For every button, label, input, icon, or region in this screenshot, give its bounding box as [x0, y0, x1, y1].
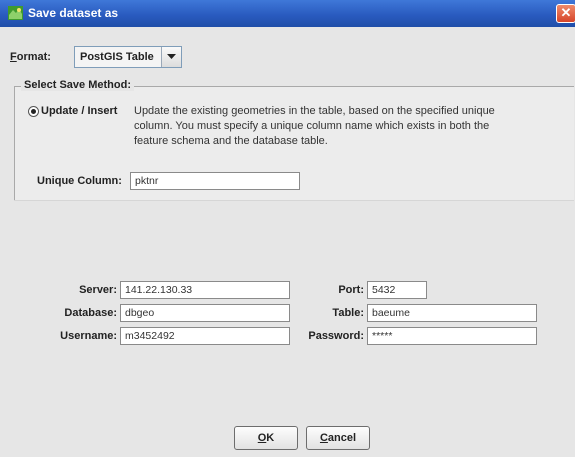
format-label: Format: [10, 51, 51, 63]
chevron-down-icon[interactable] [161, 47, 181, 67]
update-insert-radio[interactable] [28, 106, 39, 117]
cancel-button[interactable]: Cancel [306, 426, 370, 450]
window-title: Save dataset as [28, 6, 119, 20]
format-dropdown[interactable]: PostGIS Table [74, 46, 182, 68]
radio-selected-dot [31, 109, 36, 114]
description-line: column. You must specify a unique column… [134, 120, 490, 132]
password-label: Password: [308, 330, 364, 342]
ok-label-rest: K [266, 432, 275, 444]
format-selected-value: PostGIS Table [80, 51, 154, 63]
database-label: Database: [64, 307, 117, 319]
cancel-mnemonic: C [319, 432, 328, 444]
save-dataset-dialog: Save dataset as ✕ Format: PostGIS Table … [0, 0, 575, 457]
database-field[interactable]: dbgeo [120, 304, 290, 322]
server-field[interactable]: 141.22.130.33 [120, 281, 290, 299]
map-icon [8, 6, 23, 20]
divider [14, 200, 574, 201]
username-field[interactable]: m3452492 [120, 327, 290, 345]
password-field[interactable]: ***** [367, 327, 537, 345]
table-field[interactable]: baeume [367, 304, 537, 322]
unique-column-label: Unique Column: [37, 175, 122, 187]
close-icon[interactable]: ✕ [556, 4, 575, 23]
format-mnemonic: F [10, 51, 17, 63]
unique-column-field[interactable]: pktnr [130, 172, 300, 190]
save-method-description: Update the existing geometries in the ta… [134, 104, 554, 149]
cancel-label-rest: ancel [327, 432, 357, 444]
ok-mnemonic: O [257, 432, 267, 444]
update-insert-label[interactable]: Update / Insert [41, 105, 117, 117]
port-field[interactable]: 5432 [367, 281, 427, 299]
ok-button[interactable]: OK [234, 426, 298, 450]
title-bar[interactable]: Save dataset as ✕ [0, 0, 575, 27]
port-label: Port: [338, 284, 364, 296]
server-label: Server: [79, 284, 117, 296]
save-method-title: Select Save Method: [21, 79, 134, 91]
table-label: Table: [332, 307, 364, 319]
username-label: Username: [60, 330, 117, 342]
description-line: feature schema and the database table. [134, 135, 328, 147]
description-line: Update the existing geometries in the ta… [134, 105, 495, 117]
format-label-rest: ormat: [16, 51, 51, 63]
